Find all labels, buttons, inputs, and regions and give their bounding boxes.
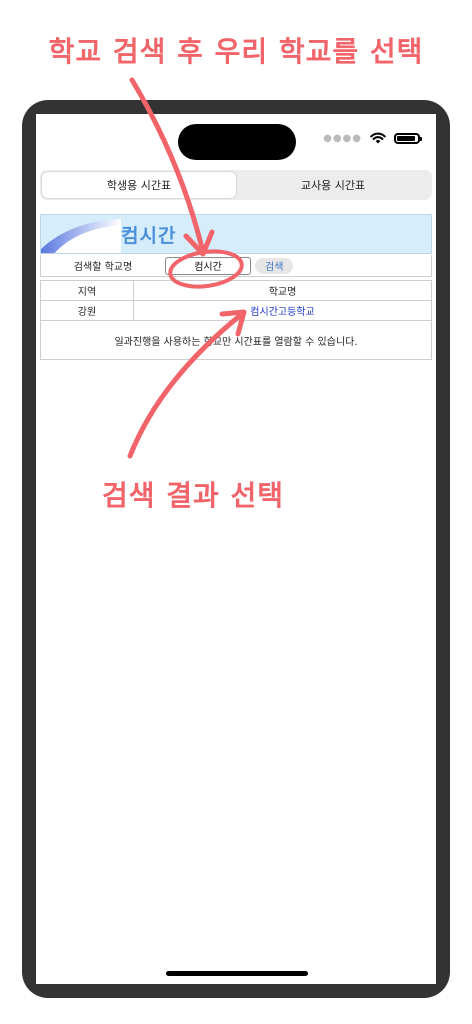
tab-teacher-timetable[interactable]: 교사용 시간표 — [236, 172, 430, 198]
annotation-middle-caption: 검색 결과 선택 — [102, 479, 285, 512]
comsigan-banner: 컴시간 — [40, 214, 432, 254]
header-school-name: 학교명 — [133, 280, 432, 301]
page: 학교 검색 후 우리 학교를 선택 ●●●● 학생용 시간표 교사용 시간표 컴… — [0, 0, 472, 1024]
cell-school-name[interactable]: 컴시간고등학교 — [133, 300, 432, 321]
status-bar: ●●●● — [323, 132, 422, 144]
table-header-row: 지역 학교명 — [40, 280, 432, 301]
school-search-input[interactable] — [165, 256, 251, 275]
search-button[interactable]: 검색 — [255, 257, 294, 274]
tab-student-timetable[interactable]: 학생용 시간표 — [42, 172, 236, 198]
notice-text: 일과진행을 사용하는 학교만 시간표를 열람할 수 있습니다. — [40, 320, 432, 360]
banner-swoosh-graphic — [41, 219, 121, 253]
search-label: 검색할 학교명 — [73, 262, 133, 273]
phone-frame: ●●●● 학생용 시간표 교사용 시간표 컴시간 검색할 학교명 컴시간 검색 … — [22, 100, 450, 998]
phone-screen: ●●●● 학생용 시간표 교사용 시간표 컴시간 검색할 학교명 컴시간 검색 … — [36, 114, 436, 984]
home-indicator — [166, 971, 308, 976]
timetable-tabs: 학생용 시간표 교사용 시간표 — [40, 170, 432, 200]
school-search-row: 검색할 학교명 검색 — [40, 255, 432, 277]
signal-icon: ●●●● — [323, 132, 362, 144]
search-result-table: 지역 학교명 강원 컴시간고등학교 일과진행을 사용하는 학교만 시간표를 열람… — [40, 280, 432, 360]
cell-region: 강원 — [40, 300, 134, 321]
wifi-icon — [370, 132, 386, 144]
dynamic-island — [178, 124, 296, 160]
battery-icon — [394, 132, 422, 144]
comsigan-logo: 컴시간 — [121, 225, 177, 247]
school-result-link[interactable]: 컴시간고등학교 — [250, 307, 314, 318]
header-region: 지역 — [40, 280, 134, 301]
notice-row: 일과진행을 사용하는 학교만 시간표를 열람할 수 있습니다. — [40, 320, 432, 360]
annotation-top-caption: 학교 검색 후 우리 학교를 선택 — [48, 35, 424, 68]
table-row[interactable]: 강원 컴시간고등학교 — [40, 300, 432, 321]
